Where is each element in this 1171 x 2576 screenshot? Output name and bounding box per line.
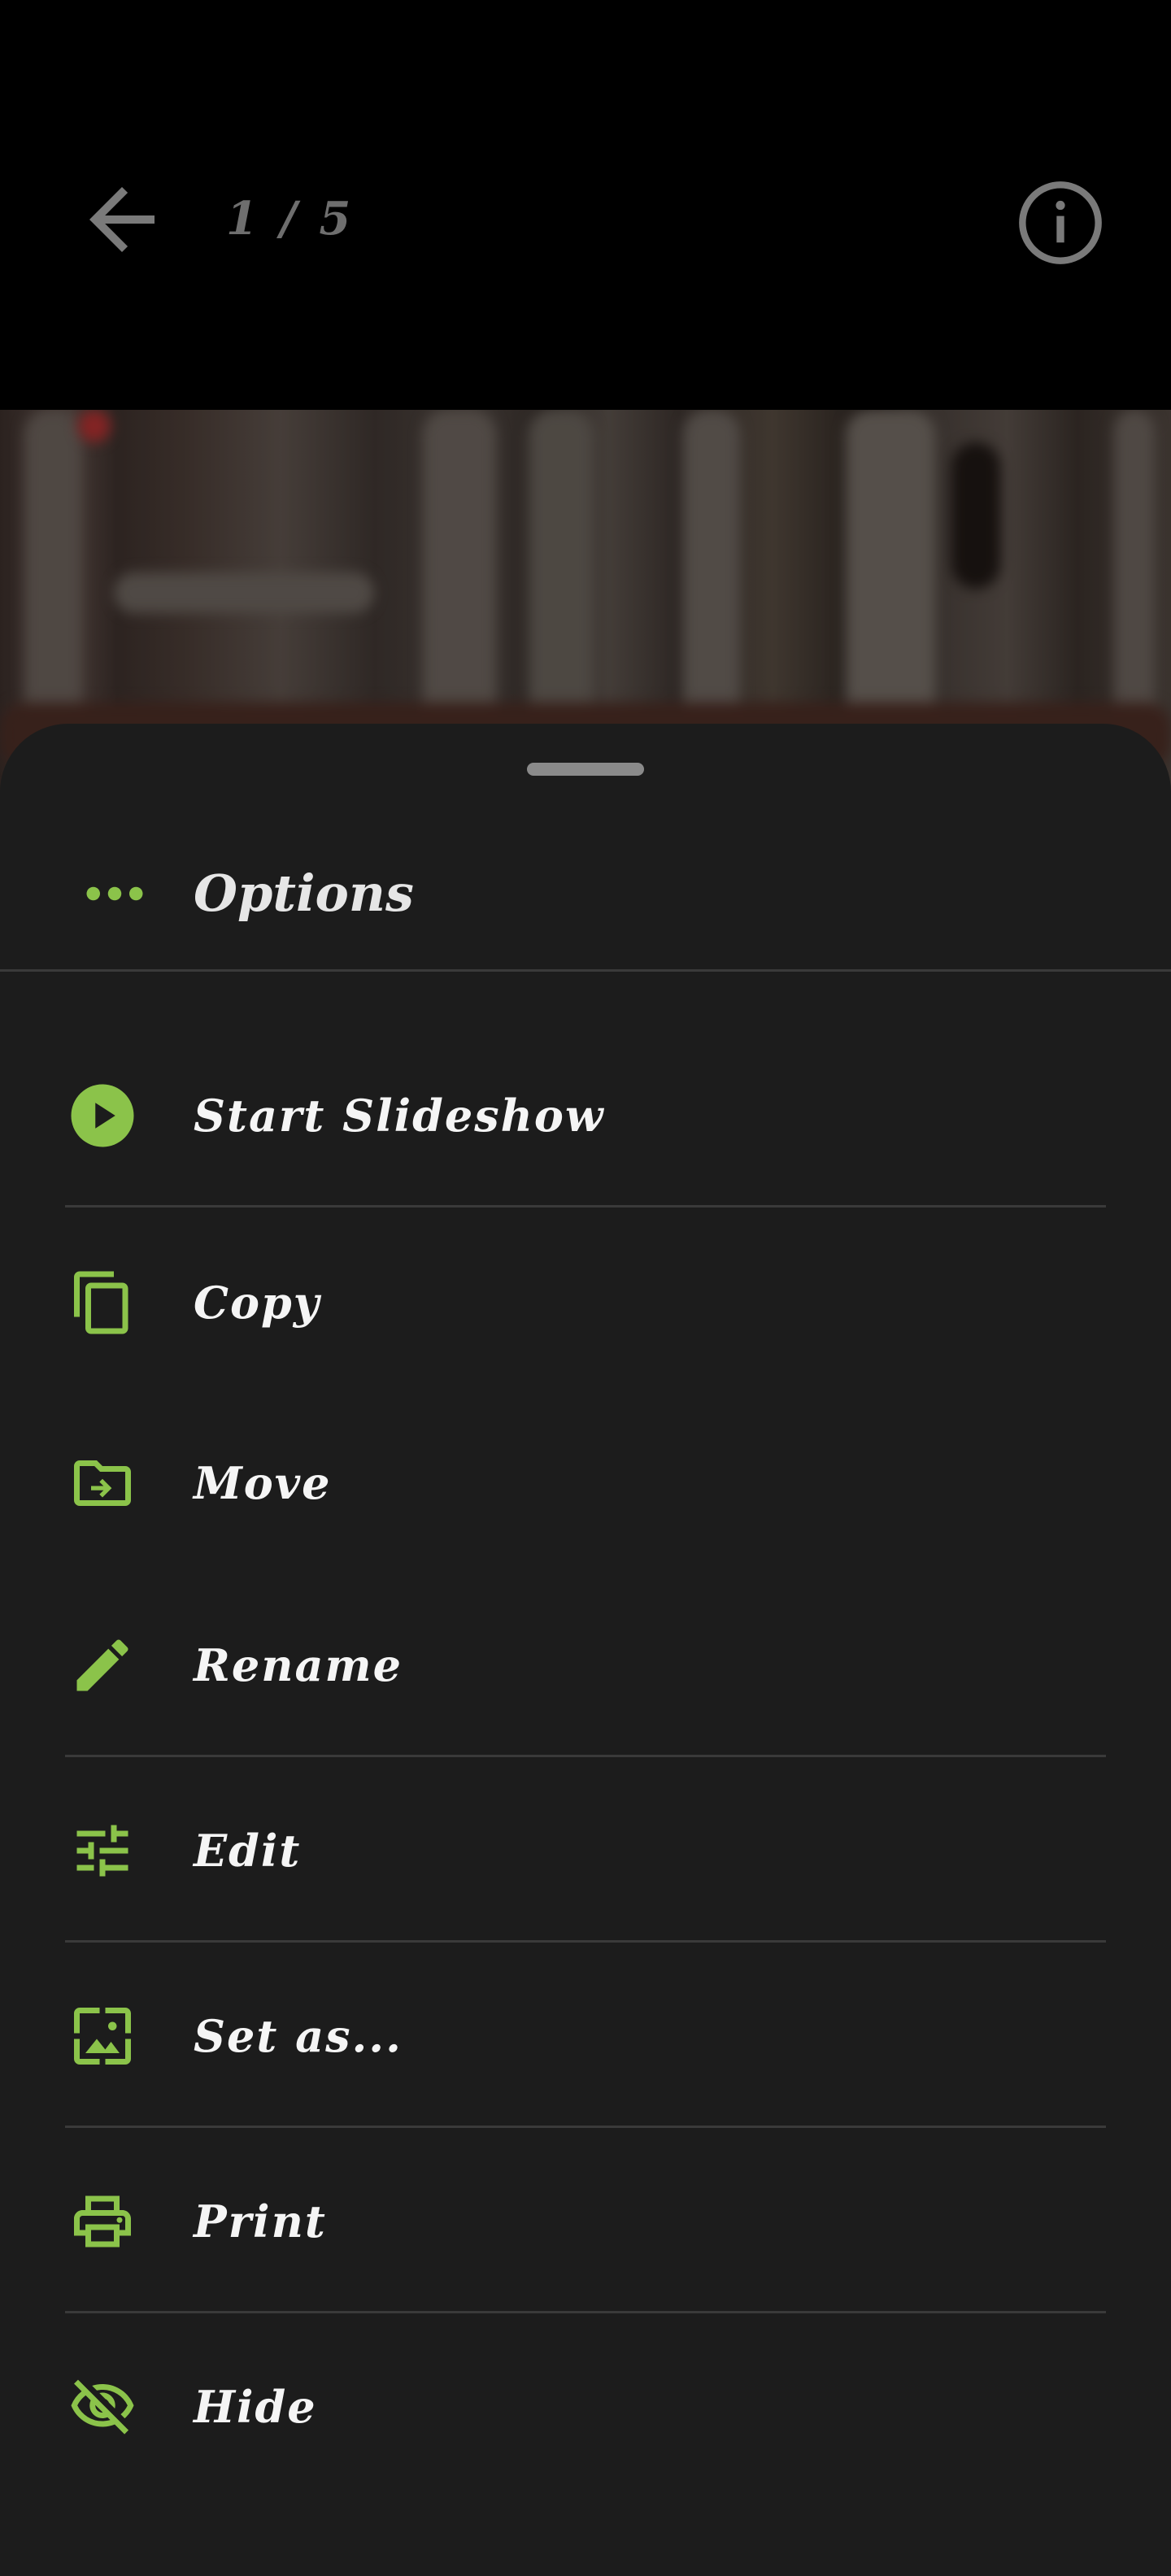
menu-item-label: Set as... [194,2010,403,2062]
menu-item-label: Print [194,2195,327,2247]
divider [65,2311,1106,2313]
info-button[interactable] [1005,168,1116,278]
arrow-back-icon [73,171,171,268]
menu-item-label: Move [194,1457,332,1509]
menu-item-label: Hide [194,2381,317,2433]
menu-item-label: Rename [194,1639,403,1691]
play-circle-icon [62,1075,143,1156]
header-divider [0,969,1171,972]
info-icon [1015,177,1106,268]
menu-item-move[interactable]: Move [0,1402,1171,1564]
image-counter: 1 / 5 [226,192,355,246]
drag-handle[interactable] [527,763,644,776]
divider [65,1755,1106,1757]
menu-item-start-slideshow[interactable]: Start Slideshow [0,1034,1171,1197]
menu-item-copy[interactable]: Copy [0,1221,1171,1384]
menu-item-set-as[interactable]: Set as... [0,1955,1171,2117]
sheet-title: Options [194,864,414,923]
menu-item-edit[interactable]: Edit [0,1769,1171,1932]
top-app-bar: 1 / 5 [0,0,1171,410]
printer-icon [62,2181,143,2262]
more-horizontal-icon [78,857,151,930]
divider [65,2126,1106,2128]
divider [65,1940,1106,1943]
menu-item-rename[interactable]: Rename [0,1584,1171,1747]
back-button[interactable] [65,163,179,276]
options-bottom-sheet: Options Start Slideshow Copy Move Rename [0,724,1171,2576]
eye-off-icon [62,2366,143,2448]
menu-item-label: Edit [194,1825,302,1877]
folder-move-icon [62,1442,143,1524]
menu-item-hide[interactable]: Hide [0,2326,1171,2488]
pencil-icon [62,1625,143,1706]
tune-sliders-icon [62,1810,143,1891]
menu-item-print[interactable]: Print [0,2140,1171,2303]
menu-item-label: Copy [194,1277,321,1329]
divider [65,1205,1106,1208]
wallpaper-icon [62,1995,143,2077]
menu-item-label: Start Slideshow [194,1090,605,1142]
sheet-header: Options [0,821,1171,968]
copy-icon [62,1262,143,1343]
